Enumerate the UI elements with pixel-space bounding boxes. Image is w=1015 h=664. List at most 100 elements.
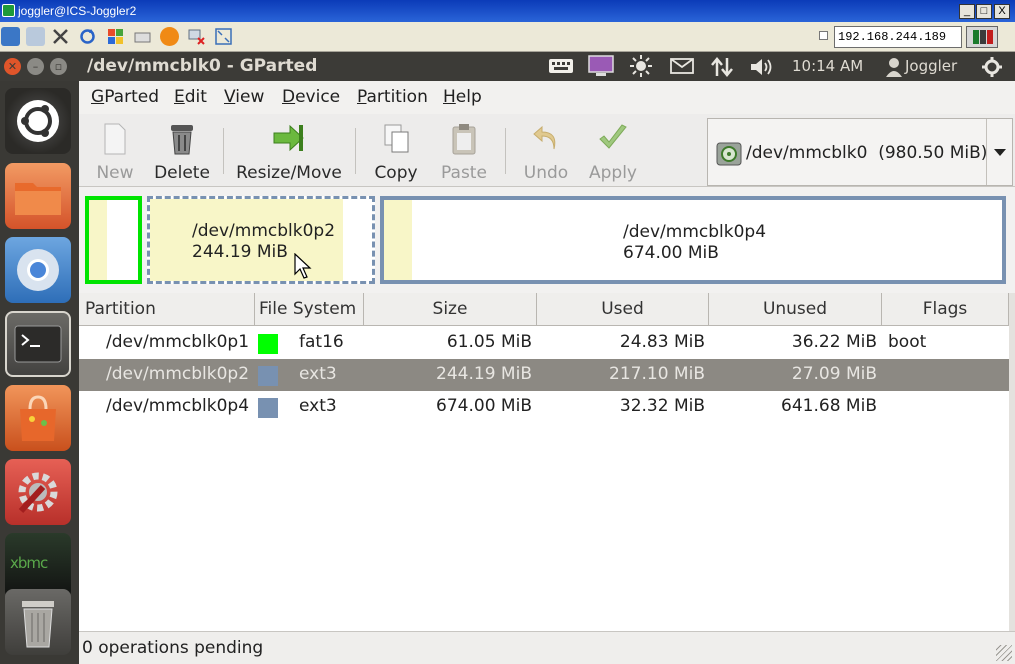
filesystem-color-swatch xyxy=(258,398,278,418)
toolbar-separator xyxy=(505,128,506,174)
files-launcher[interactable] xyxy=(5,163,71,229)
toolbar-separator xyxy=(223,128,224,174)
mouse-cursor-icon xyxy=(294,253,312,279)
column-header-unused[interactable]: Unused xyxy=(709,293,882,326)
chevron-down-icon[interactable] xyxy=(986,119,1012,185)
partition-map: /dev/mmcblk0p2 244.19 MiB /dev/mmcblk0p4… xyxy=(79,188,1015,290)
table-scroll-edge xyxy=(1009,293,1015,631)
column-header-flags[interactable]: Flags xyxy=(882,293,1009,326)
device-selector[interactable]: /dev/mmcblk0 (980.50 MiB) xyxy=(707,118,1013,186)
status-bar: 0 operations pending xyxy=(79,631,1015,664)
vnc-window-title: joggler@ICS-Joggler2 xyxy=(18,4,137,18)
delete-button[interactable]: Delete xyxy=(151,121,213,183)
cell-flags: boot xyxy=(888,332,927,352)
vnc-minimize-button[interactable]: _ xyxy=(959,4,975,19)
xbmc-logo: xbmc xyxy=(10,554,48,572)
menu-device[interactable]: Device xyxy=(282,87,340,107)
cell-partition: /dev/mmcblk0p1 xyxy=(106,332,250,352)
toolbar: New Delete Resize/Move Copy Paste Undo A… xyxy=(79,114,1015,187)
top-panel: ✕ – ▫ /dev/mmcblk0 - GParted 10:14 AM Jo… xyxy=(0,52,1015,81)
cell-filesystem: ext3 xyxy=(299,364,337,384)
terminal-launcher[interactable] xyxy=(5,311,71,377)
apply-button[interactable]: Apply xyxy=(585,121,641,183)
window-title: /dev/mmcblk0 - GParted xyxy=(87,56,318,76)
volume-indicator-icon[interactable] xyxy=(749,56,777,76)
filesystem-color-swatch xyxy=(258,366,278,386)
shopping-bag-icon xyxy=(20,395,56,441)
keyboard-indicator-icon[interactable] xyxy=(548,58,574,78)
user-menu[interactable]: Joggler xyxy=(905,57,957,75)
display-indicator-icon[interactable] xyxy=(588,55,614,76)
menu-gparted[interactable]: GParted xyxy=(91,87,159,107)
network-indicator-icon[interactable] xyxy=(710,56,734,77)
menu-edit[interactable]: Edit xyxy=(174,87,207,107)
resize-move-icon xyxy=(273,124,304,152)
dash-home-button[interactable] xyxy=(5,88,71,154)
column-header-size[interactable]: Size xyxy=(364,293,537,326)
connection-status-icon xyxy=(966,26,998,48)
table-row[interactable]: /dev/mmcblk0p4 ext3 674.00 MiB 32.32 MiB… xyxy=(79,391,1009,423)
trash-launcher[interactable] xyxy=(5,589,71,655)
chromium-icon xyxy=(17,249,59,291)
send-ctrl-esc-icon[interactable] xyxy=(106,27,125,46)
alert-icon[interactable] xyxy=(160,27,179,46)
vnc-maximize-button[interactable]: □ xyxy=(976,4,992,19)
cell-unused: 27.09 MiB xyxy=(791,364,877,384)
paste-icon xyxy=(452,124,476,155)
undo-icon xyxy=(533,125,556,150)
undo-button[interactable]: Undo xyxy=(519,121,573,183)
cell-filesystem: ext3 xyxy=(299,396,337,416)
new-button[interactable]: New xyxy=(89,121,141,183)
windows-icon[interactable] xyxy=(26,27,45,46)
menu-view[interactable]: View xyxy=(224,87,264,107)
cell-unused: 641.68 MiB xyxy=(781,396,877,416)
partition-block-p2-size: 244.19 MiB xyxy=(192,242,288,262)
column-header-used[interactable]: Used xyxy=(537,293,709,326)
resize-move-button[interactable]: Resize/Move xyxy=(235,121,343,183)
host-address-field[interactable]: 192.168.244.189 xyxy=(834,26,962,48)
table-row[interactable]: /dev/mmcblk0p1 fat16 61.05 MiB 24.83 MiB… xyxy=(79,327,1009,359)
system-settings-launcher[interactable] xyxy=(5,459,71,525)
cell-filesystem: fat16 xyxy=(299,332,344,352)
chromium-launcher[interactable] xyxy=(5,237,71,303)
menu-help[interactable]: Help xyxy=(443,87,482,107)
device-selector-label: /dev/mmcblk0 (980.50 MiB) xyxy=(746,143,988,163)
window-close-icon[interactable]: ✕ xyxy=(4,58,21,75)
vnc-close-button[interactable]: X xyxy=(994,4,1010,19)
power-gear-icon[interactable] xyxy=(981,56,1003,77)
table-row-selected[interactable]: /dev/mmcblk0p2 ext3 244.19 MiB 217.10 Mi… xyxy=(79,359,1009,391)
cell-unused: 36.22 MiB xyxy=(791,332,877,352)
menu-partition[interactable]: Partition xyxy=(357,87,428,107)
host-checkbox[interactable] xyxy=(819,31,828,40)
window-restore-icon[interactable]: ▫ xyxy=(50,58,67,75)
partition-block-p2[interactable]: /dev/mmcblk0p2 244.19 MiB xyxy=(147,196,375,284)
software-center-launcher[interactable] xyxy=(5,385,71,451)
column-header-partition[interactable]: Partition xyxy=(79,293,255,326)
cell-partition: /dev/mmcblk0p4 xyxy=(106,396,250,416)
launcher: xbmc xyxy=(0,81,79,664)
paste-button[interactable]: Paste xyxy=(437,121,491,183)
window-minimize-icon[interactable]: – xyxy=(27,58,44,75)
disconnect-icon[interactable] xyxy=(187,27,206,46)
terminal-icon xyxy=(14,325,62,363)
cell-size: 244.19 MiB xyxy=(436,364,532,384)
column-header-filesystem[interactable]: File System xyxy=(255,293,364,326)
settings-wrench-icon xyxy=(18,472,58,514)
brightness-indicator-icon[interactable] xyxy=(629,55,653,77)
partition-block-p4[interactable]: /dev/mmcblk0p4 674.00 MiB xyxy=(380,196,1006,284)
copy-icon xyxy=(384,124,409,153)
keyboard-icon[interactable] xyxy=(133,27,152,46)
ubuntu-logo-icon xyxy=(17,100,59,142)
toolbar-separator xyxy=(355,128,356,174)
options-icon[interactable] xyxy=(51,27,70,46)
clock[interactable]: 10:14 AM xyxy=(792,57,863,75)
mail-indicator-icon[interactable] xyxy=(670,58,694,78)
fullscreen-icon[interactable] xyxy=(214,27,233,46)
refresh-icon[interactable] xyxy=(78,27,97,46)
connection-info-icon[interactable] xyxy=(1,27,20,46)
partition-block-p1[interactable] xyxy=(85,196,142,284)
copy-button[interactable]: Copy xyxy=(369,121,423,183)
folder-icon xyxy=(15,183,61,215)
delete-icon xyxy=(171,125,193,155)
resize-grip-icon[interactable] xyxy=(996,645,1012,661)
